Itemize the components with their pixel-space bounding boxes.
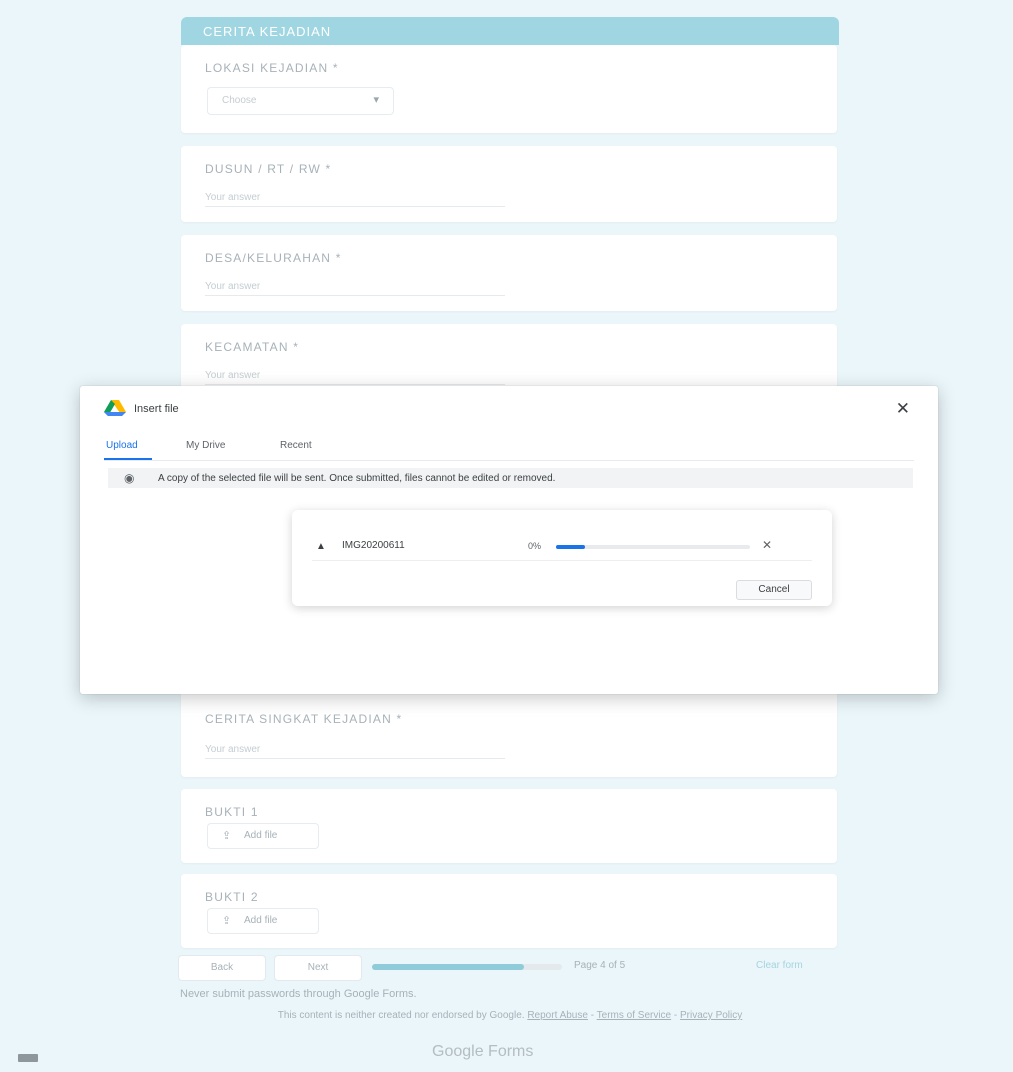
google-forms-logo: Google Forms: [432, 1043, 534, 1060]
add-file-label: Add file: [244, 830, 278, 841]
question-title: CERITA SINGKAT KEJADIAN *: [205, 712, 403, 726]
cancel-button[interactable]: Cancel: [736, 580, 812, 600]
progress-label: 0%: [528, 541, 542, 551]
upload-progress-fill: [556, 545, 586, 549]
privacy-link[interactable]: Privacy Policy: [680, 1010, 742, 1021]
upload-progress-card: ▲ IMG20200611 0% ✕ Cancel: [292, 510, 832, 606]
upload-icon: ⇪: [222, 915, 232, 927]
add-file-button[interactable]: ⇪ Add file: [207, 908, 319, 934]
close-icon[interactable]: ✕: [896, 399, 910, 419]
notice-text: A copy of the selected file will be sent…: [158, 473, 556, 484]
tab-my-drive[interactable]: My Drive: [186, 440, 225, 451]
dropdown-caret-icon: ▾: [373, 94, 379, 106]
question-card-cerita: CERITA SINGKAT KEJADIAN * Your answer: [181, 690, 837, 777]
question-title: LOKASI KEJADIAN *: [205, 61, 339, 75]
clear-form-link[interactable]: Clear form: [756, 960, 803, 971]
answer-input[interactable]: Your answer: [205, 744, 505, 759]
question-card-desa: DESA/KELURAHAN * Your answer: [181, 235, 837, 311]
divider: [312, 560, 812, 561]
question-card-dusun: DUSUN / RT / RW * Your answer: [181, 146, 837, 222]
section-title: CERITA KEJADIAN: [203, 24, 332, 39]
question-title: DUSUN / RT / RW *: [205, 162, 332, 176]
next-button[interactable]: Next: [274, 955, 362, 981]
form-progress-fill: [372, 964, 524, 970]
image-file-icon: ▲: [316, 541, 326, 552]
tab-recent[interactable]: Recent: [280, 440, 312, 451]
question-title: BUKTI 2: [205, 890, 259, 904]
page-count: Page 4 of 5: [574, 960, 626, 971]
tab-upload[interactable]: Upload: [106, 440, 138, 451]
report-abuse-link[interactable]: Report Abuse: [527, 1010, 588, 1021]
password-warning: Never submit passwords through Google Fo…: [180, 988, 417, 1000]
location-select[interactable]: Choose ▾: [207, 87, 394, 115]
upload-progress-bar: [556, 545, 750, 549]
add-file-label: Add file: [244, 915, 278, 926]
disclaimer-text: This content is neither created nor endo…: [277, 1010, 525, 1021]
question-title: KECAMATAN *: [205, 340, 300, 354]
insert-file-dialog: Insert file ✕ Upload My Drive Recent ◉ A…: [80, 386, 938, 694]
section-header: CERITA KEJADIAN: [181, 17, 839, 45]
form-progress-bar: [372, 964, 562, 970]
upload-notice: ◉ A copy of the selected file will be se…: [108, 468, 913, 488]
tab-divider: [104, 460, 914, 461]
question-title: DESA/KELURAHAN *: [205, 251, 342, 265]
report-icon[interactable]: [18, 1054, 38, 1062]
google-drive-icon: [104, 400, 126, 416]
visibility-icon: ◉: [124, 471, 135, 485]
file-name: IMG20200611: [342, 540, 405, 551]
question-card-bukti-2: BUKTI 2 ⇪ Add file: [181, 874, 837, 948]
upload-icon: ⇪: [222, 830, 232, 842]
back-button[interactable]: Back: [178, 955, 266, 981]
answer-input[interactable]: Your answer: [205, 281, 505, 296]
select-value: Choose: [222, 95, 257, 106]
disclaimer: This content is neither created nor endo…: [277, 1010, 743, 1021]
answer-input[interactable]: Your answer: [205, 192, 505, 207]
remove-file-icon[interactable]: ✕: [762, 538, 772, 552]
add-file-button[interactable]: ⇪ Add file: [207, 823, 319, 849]
terms-link[interactable]: Terms of Service: [597, 1010, 671, 1021]
question-card-lokasi: LOKASI KEJADIAN * Choose ▾: [181, 45, 837, 133]
question-card-bukti-1: BUKTI 1 ⇪ Add file: [181, 789, 837, 863]
active-tab-indicator: [104, 458, 152, 460]
dialog-title: Insert file: [134, 403, 179, 415]
question-title: BUKTI 1: [205, 805, 259, 819]
answer-input[interactable]: Your answer: [205, 370, 505, 385]
